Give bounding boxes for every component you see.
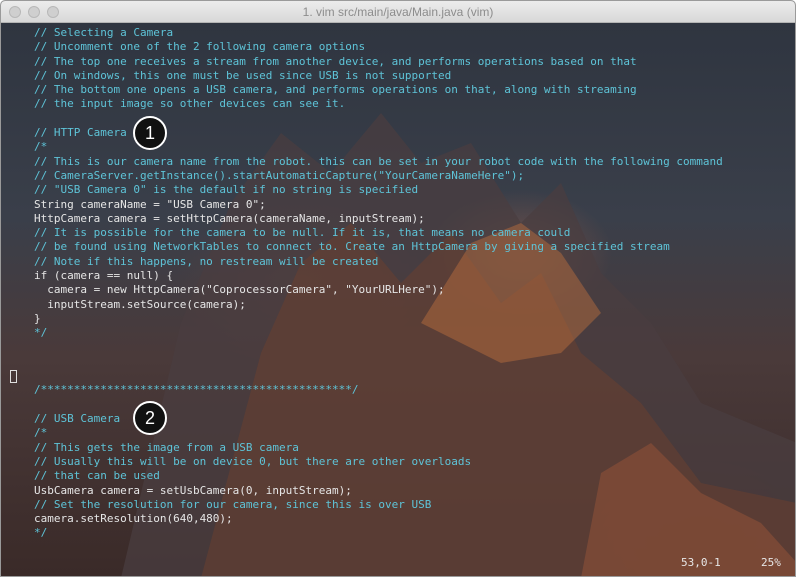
code-line[interactable]: [34, 341, 723, 355]
code-line[interactable]: camera = new HttpCamera("CoprocessorCame…: [34, 283, 723, 297]
code-line[interactable]: String cameraName = "USB Camera 0";: [34, 198, 723, 212]
window-title: 1. vim src/main/java/Main.java (vim): [302, 5, 494, 19]
code-line[interactable]: if (camera == null) {: [34, 269, 723, 283]
code-line[interactable]: */: [34, 326, 723, 340]
code-line[interactable]: camera.setResolution(640,480);: [34, 512, 723, 526]
code-line[interactable]: // be found using NetworkTables to conne…: [34, 240, 723, 254]
code-line[interactable]: /***************************************…: [34, 383, 723, 397]
code-line[interactable]: // Set the resolution for our camera, si…: [34, 498, 723, 512]
cursor-position: 53,0-1: [681, 556, 721, 569]
code-line[interactable]: // This is our camera name from the robo…: [34, 155, 723, 169]
vim-editor[interactable]: // Selecting a Camera// Uncomment one of…: [1, 23, 795, 576]
code-line[interactable]: // that can be used: [34, 469, 723, 483]
code-line[interactable]: }: [34, 312, 723, 326]
code-line[interactable]: // Note if this happens, no restream wil…: [34, 255, 723, 269]
code-buffer[interactable]: // Selecting a Camera// Uncomment one of…: [34, 26, 723, 541]
code-line[interactable]: inputStream.setSource(camera);: [34, 298, 723, 312]
callout-marker: 1: [133, 116, 167, 150]
code-line[interactable]: [34, 369, 723, 383]
code-line[interactable]: // The top one receives a stream from an…: [34, 55, 723, 69]
title-bar: 1. vim src/main/java/Main.java (vim): [1, 1, 795, 23]
code-line[interactable]: // Selecting a Camera: [34, 26, 723, 40]
code-line[interactable]: HttpCamera camera = setHttpCamera(camera…: [34, 212, 723, 226]
code-line[interactable]: // On windows, this one must be used sin…: [34, 69, 723, 83]
code-line[interactable]: // The bottom one opens a USB camera, an…: [34, 83, 723, 97]
code-line[interactable]: // the input image so other devices can …: [34, 97, 723, 111]
code-line[interactable]: // Usually this will be on device 0, but…: [34, 455, 723, 469]
code-line[interactable]: // CameraServer.getInstance().startAutom…: [34, 169, 723, 183]
code-line[interactable]: // "USB Camera 0" is the default if no s…: [34, 183, 723, 197]
callout-marker: 2: [133, 401, 167, 435]
code-line[interactable]: */: [34, 526, 723, 540]
scroll-percent: 25%: [761, 556, 781, 569]
text-cursor: [10, 370, 17, 383]
code-line[interactable]: // This gets the image from a USB camera: [34, 441, 723, 455]
code-line[interactable]: // It is possible for the camera to be n…: [34, 226, 723, 240]
terminal-window: 1. vim src/main/java/Main.java (vim) // …: [0, 0, 796, 577]
code-line[interactable]: [34, 355, 723, 369]
code-line[interactable]: // Uncomment one of the 2 following came…: [34, 40, 723, 54]
code-line[interactable]: UsbCamera camera = setUsbCamera(0, input…: [34, 484, 723, 498]
